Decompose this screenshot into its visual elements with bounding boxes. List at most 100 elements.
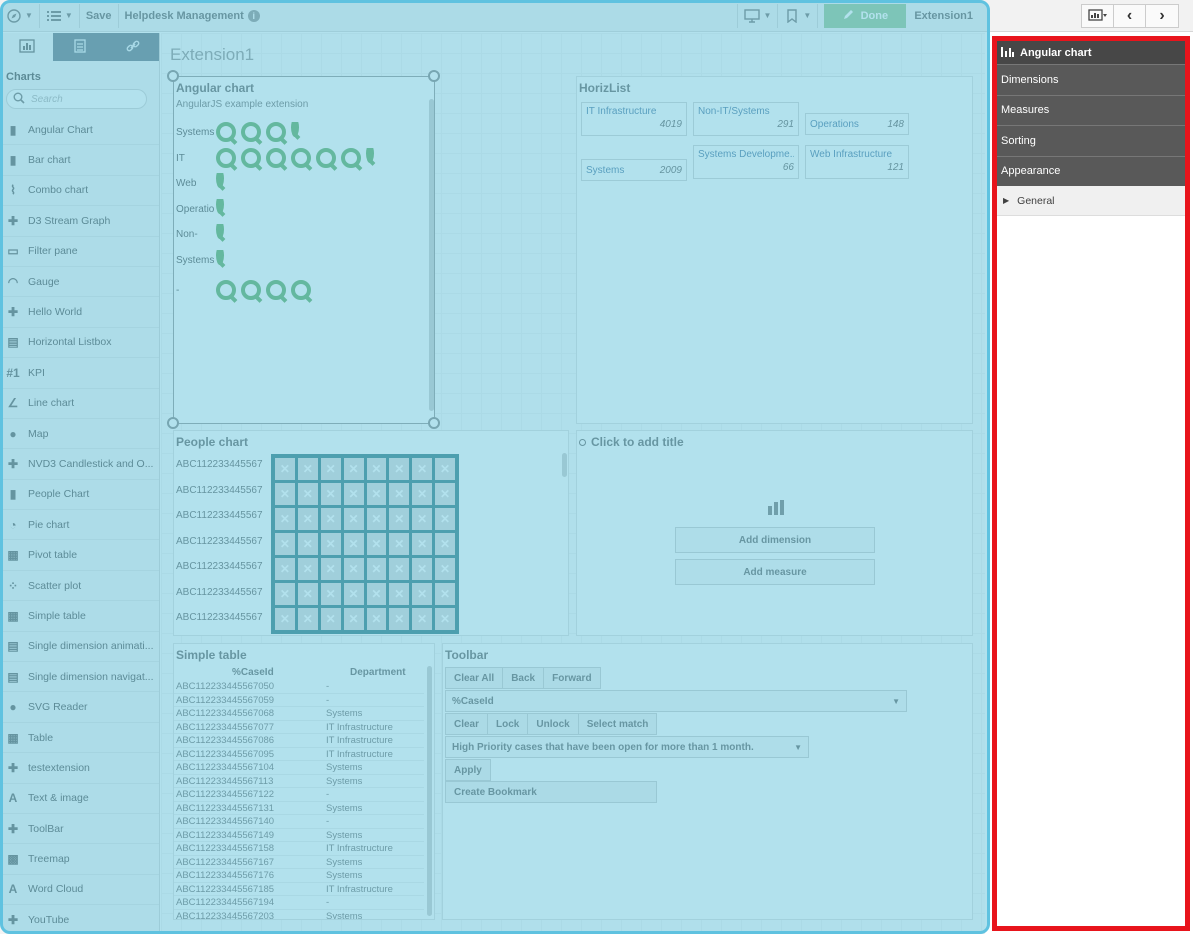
- select-match-button[interactable]: Select match: [579, 714, 657, 734]
- chart-list-item[interactable]: ⁘ Scatter plot: [0, 571, 159, 602]
- list-item[interactable]: Systems Developme... 66: [693, 145, 799, 179]
- navigation-menu-button[interactable]: ▼: [0, 3, 40, 28]
- table-row[interactable]: ABC112233445567140 -: [174, 815, 424, 829]
- tab-fields[interactable]: [53, 33, 106, 61]
- chart-list-item[interactable]: ⌇ Combo chart: [0, 176, 159, 207]
- table-row[interactable]: ABC112233445567176 Systems: [174, 869, 424, 883]
- bookmark-button[interactable]: ▼: [778, 3, 819, 28]
- table-row[interactable]: ABC112233445567167 Systems: [174, 856, 424, 869]
- table-row[interactable]: ABC112233445567131 Systems: [174, 802, 424, 815]
- chart-list-item[interactable]: ✚ NVD3 Candlestick and O...: [0, 449, 159, 480]
- chart-list-item[interactable]: ▤ Single dimension animati...: [0, 632, 159, 663]
- horizlist-object[interactable]: HorizList IT Infrastructure 4019 Non-IT/Sy…: [576, 76, 973, 424]
- list-menu-button[interactable]: ▼: [40, 3, 80, 28]
- table-row[interactable]: ABC112233445567086 IT Infrastructure: [174, 734, 424, 748]
- add-dimension-button[interactable]: Add dimension: [675, 527, 875, 553]
- scrollbar[interactable]: [562, 453, 567, 477]
- chart-list-item[interactable]: A Text & image: [0, 784, 159, 814]
- chart-list-item[interactable]: ▤ Horizontal Listbox: [0, 328, 159, 359]
- add-measure-button[interactable]: Add measure: [675, 559, 875, 585]
- create-bookmark-button[interactable]: Create Bookmark: [446, 782, 545, 802]
- resize-handle-top-left[interactable]: [167, 70, 179, 82]
- chart-list-item[interactable]: ▮ Angular Chart: [0, 115, 159, 146]
- chart-list-item[interactable]: ∠ Line chart: [0, 389, 159, 419]
- list-item[interactable]: IT Infrastructure 4019: [581, 102, 687, 136]
- chart-list-item[interactable]: ✚ YouTube: [0, 905, 159, 934]
- next-sheet-button[interactable]: ›: [1146, 5, 1178, 27]
- table-row[interactable]: ABC112233445567050 -: [174, 680, 424, 694]
- resize-handle-bottom-left[interactable]: [167, 417, 179, 429]
- list-item[interactable]: Operations 148: [805, 113, 909, 135]
- lock-button[interactable]: Lock: [488, 714, 529, 734]
- subsection-general[interactable]: ▶ General: [997, 186, 1185, 216]
- chart-list-item[interactable]: ▦ Simple table: [0, 601, 159, 632]
- chart-list-item[interactable]: ✚ ToolBar: [0, 814, 159, 845]
- chart-list-item[interactable]: A Word Cloud: [0, 875, 159, 906]
- section-dimensions[interactable]: Dimensions: [997, 64, 1185, 95]
- forward-button[interactable]: Forward: [544, 668, 599, 688]
- chart-list-item[interactable]: #1 KPI: [0, 358, 159, 389]
- chart-list-item[interactable]: ▤ Single dimension navigat...: [0, 662, 159, 693]
- chart-list-item[interactable]: ◔ Pie chart: [0, 510, 159, 541]
- save-button[interactable]: Save: [80, 3, 119, 28]
- bookmark-select[interactable]: High Priority cases that have been open …: [445, 736, 809, 758]
- table-row[interactable]: ABC112233445567095 IT Infrastructure: [174, 748, 424, 761]
- clear-button[interactable]: Clear: [446, 714, 489, 734]
- sheets-button[interactable]: [1082, 5, 1114, 27]
- empty-chart-object[interactable]: Click to add title Add dimension Add mea…: [576, 430, 973, 636]
- unlock-button[interactable]: Unlock: [528, 714, 579, 734]
- chart-list-item[interactable]: ◠ Gauge: [0, 267, 159, 298]
- simple-table-object[interactable]: Simple table %CaseId Department ABC11223…: [173, 643, 435, 920]
- field-select[interactable]: %CaseId ▼: [445, 690, 907, 712]
- table-row[interactable]: ABC112233445567194 -: [174, 896, 424, 910]
- table-row[interactable]: ABC112233445567059 -: [174, 694, 424, 707]
- table-row[interactable]: ABC112233445567203 Systems: [174, 910, 424, 920]
- table-row[interactable]: ABC112233445567068 Systems: [174, 707, 424, 721]
- sheet-title[interactable]: Extension1: [170, 45, 254, 65]
- object-title-placeholder[interactable]: Click to add title: [577, 431, 972, 449]
- tab-charts[interactable]: [0, 33, 53, 61]
- chart-list-item[interactable]: ✚ testextension: [0, 753, 159, 784]
- chart-list-item[interactable]: ▦ Pivot table: [0, 540, 159, 571]
- chart-list-item[interactable]: ▮ People Chart: [0, 480, 159, 511]
- table-row[interactable]: ABC112233445567122 -: [174, 788, 424, 802]
- tab-master-items[interactable]: [106, 33, 159, 61]
- chart-list-item[interactable]: ✚ Hello World: [0, 297, 159, 328]
- section-appearance[interactable]: Appearance: [997, 155, 1185, 186]
- section-sorting[interactable]: Sorting: [997, 125, 1185, 156]
- chart-list-item[interactable]: ● Map: [0, 419, 159, 450]
- section-measures[interactable]: Measures: [997, 94, 1185, 125]
- table-row[interactable]: ABC112233445567149 Systems: [174, 829, 424, 842]
- chart-list-item[interactable]: ✚ D3 Stream Graph: [0, 206, 159, 237]
- done-button[interactable]: Done: [824, 3, 907, 28]
- table-row[interactable]: ABC112233445567077 IT Infrastructure: [174, 721, 424, 734]
- back-button[interactable]: Back: [503, 668, 545, 688]
- apply-button[interactable]: Apply: [446, 760, 490, 780]
- list-item[interactable]: Web Infrastructure 121: [805, 145, 909, 179]
- table-row[interactable]: ABC112233445567113 Systems: [174, 775, 424, 788]
- chart-list-item[interactable]: ▮ Bar chart: [0, 145, 159, 176]
- chart-list-item[interactable]: ▭ Filter pane: [0, 237, 159, 267]
- chart-list-item[interactable]: ● SVG Reader: [0, 692, 159, 723]
- people-image-grid: ✕ ✕ ✕ ✕ ✕ ✕ ✕ ✕ ✕ ✕ ✕ ✕ ✕ ✕ ✕ ✕ ✕ ✕ ✕ ✕ ✕ ✕ ✕ ✕ ✕ ✕ ✕ ✕ ✕ ✕ ✕ ✕ ✕ ✕ ✕ ✕ ✕ ✕ ✕ ✕…: [271, 454, 459, 634]
- chart-list-item[interactable]: ▩ Treemap: [0, 844, 159, 875]
- previous-sheet-button[interactable]: ‹: [1114, 5, 1146, 27]
- column-header-department[interactable]: Department: [350, 667, 406, 678]
- info-icon[interactable]: i: [247, 9, 260, 22]
- list-item[interactable]: Systems 2009: [581, 159, 687, 181]
- people-row-label: ABC112233445567: [176, 510, 263, 521]
- search-input[interactable]: Search: [6, 89, 147, 109]
- present-button[interactable]: ▼: [737, 3, 779, 28]
- table-row[interactable]: ABC112233445567158 IT Infrastructure: [174, 842, 424, 856]
- chart-list-item[interactable]: ▦ Table: [0, 723, 159, 754]
- list-item[interactable]: Non-IT/Systems 291: [693, 102, 799, 136]
- table-row[interactable]: ABC112233445567104 Systems: [174, 761, 424, 775]
- column-header-caseid[interactable]: %CaseId: [232, 667, 274, 678]
- resize-handle-bottom-right[interactable]: [428, 417, 440, 429]
- resize-handle-top-right[interactable]: [428, 70, 440, 82]
- scrollbar[interactable]: [427, 666, 432, 916]
- people-chart-object[interactable]: People chart ABC112233445567 ABC112233445…: [173, 430, 569, 636]
- clear-all-button[interactable]: Clear All: [446, 668, 504, 688]
- table-row[interactable]: ABC112233445567185 IT Infrastructure: [174, 883, 424, 896]
- toolbar-extension-object[interactable]: Toolbar Clear All Back Forward %CaseId ▼…: [442, 643, 973, 920]
